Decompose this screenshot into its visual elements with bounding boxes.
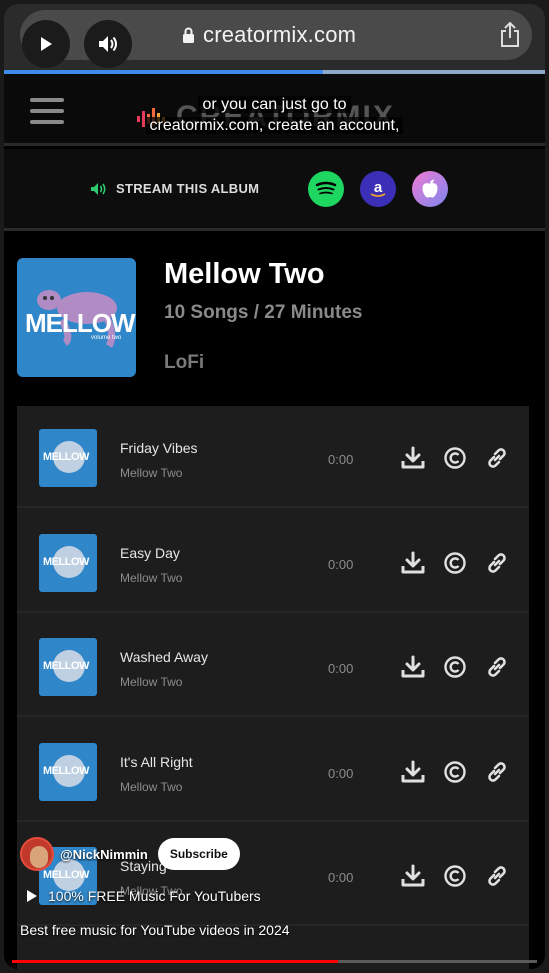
track-row[interactable]: MELLOW It's All Right Mellow Two 0:00: [17, 720, 529, 822]
amazon-music-button[interactable]: a: [360, 171, 396, 207]
stream-label-text: STREAM THIS ALBUM: [116, 181, 260, 196]
play-icon: [41, 37, 52, 51]
video-frame: creatormix.com CREATORMIX: [4, 4, 545, 969]
link-icon[interactable]: [485, 760, 509, 784]
download-icon[interactable]: [401, 655, 425, 679]
url-text: creatormix.com: [203, 22, 357, 47]
subscribe-button[interactable]: Subscribe: [157, 838, 240, 870]
album-meta: 10 Songs / 27 Minutes: [164, 302, 363, 323]
lock-icon: [183, 27, 194, 43]
track-duration: 0:00: [328, 452, 354, 467]
copyright-icon[interactable]: [443, 864, 467, 888]
youtube-channel: @NickNimmin Subscribe: [20, 837, 240, 871]
video-caption: or you can just go to creatormix.com, cr…: [4, 94, 545, 136]
track-thumbnail: MELLOW: [39, 429, 97, 487]
track-thumbnail: MELLOW: [39, 638, 97, 696]
track-artist: Mellow Two: [120, 466, 183, 480]
track-row[interactable]: MELLOW Easy Day Mellow Two 0:00: [17, 511, 529, 613]
stream-row: STREAM THIS ALBUM a: [4, 149, 545, 231]
volume-icon: [99, 36, 117, 52]
download-icon[interactable]: [401, 760, 425, 784]
track-artist: Mellow Two: [120, 779, 183, 794]
track-thumbnail: MELLOW: [39, 533, 97, 592]
play-icon: [27, 890, 37, 902]
amazon-icon: a: [370, 179, 386, 197]
svg-text:a: a: [374, 179, 383, 196]
track-duration: 0:00: [328, 661, 354, 676]
thumbnail-text: MELLOW: [43, 764, 89, 777]
avatar[interactable]: [20, 837, 54, 871]
play-button[interactable]: [22, 20, 70, 68]
apple-music-button[interactable]: [412, 171, 448, 207]
download-icon[interactable]: [401, 446, 425, 470]
caption-line-2: creatormix.com, create an account,: [145, 117, 404, 134]
track-title[interactable]: Washed Away: [120, 649, 208, 665]
track-duration: 0:00: [328, 870, 354, 885]
share-icon: [501, 21, 519, 47]
album-title: Mellow Two: [164, 258, 325, 290]
track-duration: 0:00: [328, 765, 354, 781]
cover-subtitle: volume two: [91, 335, 122, 341]
download-icon[interactable]: [401, 864, 425, 888]
video-description[interactable]: Best free music for YouTube videos in 20…: [20, 922, 290, 938]
album-genre[interactable]: LoFi: [164, 352, 204, 374]
track-title[interactable]: Easy Day: [120, 545, 180, 561]
link-icon[interactable]: [485, 655, 509, 679]
share-button[interactable]: [499, 21, 521, 53]
track-artist: Mellow Two: [120, 570, 183, 585]
caption-line-1: or you can just go to: [198, 96, 351, 113]
stream-label: STREAM THIS ALBUM: [90, 181, 259, 196]
playlist-link[interactable]: 100% FREE Music For YouTubers: [26, 888, 261, 904]
video-progress-bar[interactable]: [12, 960, 537, 963]
playlist-title: 100% FREE Music For YouTubers: [48, 888, 261, 904]
spotify-icon: [315, 181, 337, 195]
copyright-icon[interactable]: [443, 655, 467, 679]
volume-button[interactable]: [84, 20, 132, 68]
track-duration: 0:00: [328, 556, 354, 572]
thumbnail-text: MELLOW: [43, 660, 89, 672]
link-icon[interactable]: [485, 446, 509, 470]
track-artist: Mellow Two: [120, 675, 183, 689]
spotify-button[interactable]: [308, 171, 344, 207]
album-cover: MELLOW volume two: [17, 258, 136, 377]
copyright-icon[interactable]: [443, 551, 467, 575]
copyright-icon[interactable]: [443, 760, 467, 784]
download-icon[interactable]: [401, 551, 425, 575]
speaker-icon: [91, 182, 106, 195]
track-row[interactable]: MELLOW Friday Vibes Mellow Two 0:00: [17, 406, 529, 508]
channel-name[interactable]: @NickNimmin: [60, 847, 148, 862]
link-icon[interactable]: [485, 864, 509, 888]
track-title[interactable]: It's All Right: [120, 754, 193, 770]
track-row[interactable]: MELLOW Washed Away Mellow Two 0:00: [17, 615, 529, 717]
url-display[interactable]: creatormix.com: [182, 22, 356, 48]
browser-bar: creatormix.com: [4, 4, 545, 74]
track-thumbnail: MELLOW: [39, 742, 97, 801]
thumbnail-text: MELLOW: [43, 555, 89, 568]
apple-icon: [422, 179, 438, 198]
copyright-icon[interactable]: [443, 446, 467, 470]
track-list: MELLOW Friday Vibes Mellow Two 0:00 MELL…: [17, 406, 529, 969]
track-title[interactable]: Friday Vibes: [120, 440, 198, 456]
thumbnail-text: MELLOW: [43, 451, 89, 463]
link-icon[interactable]: [485, 551, 509, 575]
